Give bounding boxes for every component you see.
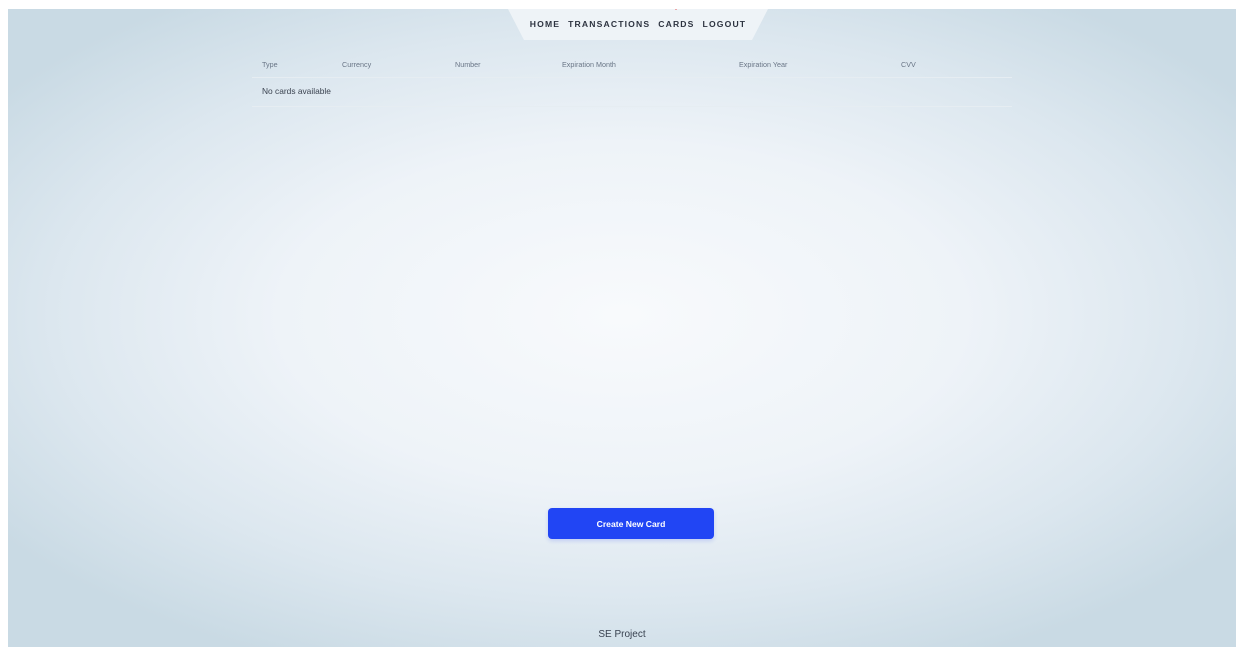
cards-table-header: Type Currency Number Expiration Month Ex…	[252, 55, 1012, 78]
column-type: Type	[262, 60, 278, 69]
nav-cards-link[interactable]: CARDS	[658, 20, 694, 29]
create-new-card-button[interactable]: Create New Card	[548, 508, 714, 539]
footer-project-name: SE Project	[598, 629, 646, 640]
column-currency: Currency	[342, 60, 372, 69]
column-cvv: CVV	[901, 60, 916, 69]
empty-cards-message: No cards available	[262, 86, 331, 96]
column-expiration-month: Expiration Month	[562, 60, 616, 69]
nav-logout-link[interactable]: LOGOUT	[703, 20, 747, 29]
main-nav: HOME TRANSACTIONS CARDS LOGOUT	[508, 9, 768, 40]
nav-home-link[interactable]: HOME	[530, 20, 560, 29]
cards-table: Type Currency Number Expiration Month Ex…	[252, 55, 1012, 107]
column-expiration-year: Expiration Year	[739, 60, 788, 69]
empty-cards-row: No cards available	[252, 78, 1012, 107]
nav-transactions-link[interactable]: TRANSACTIONS	[568, 20, 650, 29]
footer: SE Project	[8, 629, 1236, 640]
cards-page: HOME TRANSACTIONS CARDS LOGOUT Type Curr…	[8, 9, 1236, 647]
column-number: Number	[455, 60, 481, 69]
top-navigation: HOME TRANSACTIONS CARDS LOGOUT	[508, 9, 768, 40]
